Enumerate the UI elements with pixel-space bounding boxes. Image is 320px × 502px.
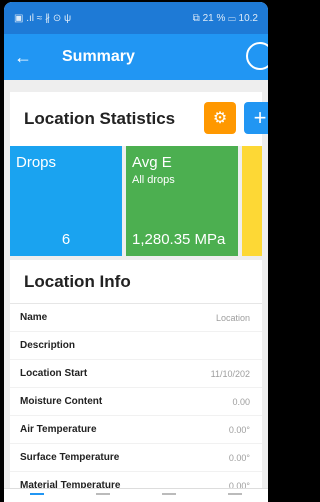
drops-tile[interactable]: Drops 6: [10, 146, 122, 256]
info-value: 0.00: [232, 396, 250, 407]
info-row: Air Temperature 0.00°: [10, 416, 262, 444]
add-button[interactable]: +: [244, 102, 268, 134]
nav-item[interactable]: [162, 492, 176, 499]
info-label: Air Temperature: [20, 424, 97, 435]
tile-label: Drops: [16, 154, 57, 171]
info-row: Surface Temperature 0.00°: [10, 444, 262, 472]
info-row: Moisture Content 0.00: [10, 388, 262, 416]
settings-button[interactable]: ⚙: [204, 102, 236, 134]
gear-icon: ⚙: [212, 110, 228, 127]
info-label: Description: [20, 340, 76, 351]
info-label: Surface Temperature: [20, 452, 120, 463]
arrow-left-icon[interactable]: ←: [14, 47, 42, 68]
avg-e-tile[interactable]: Avg E All drops 1,280.35 MPa: [126, 146, 238, 256]
tile-sublabel: All drops: [132, 174, 175, 186]
location-statistics-header: Location Statistics ⚙ +: [10, 92, 268, 146]
nav-item[interactable]: [30, 492, 44, 499]
location-statistics-title: Location Statistics: [24, 109, 176, 128]
nav-item[interactable]: [96, 492, 110, 499]
plus-icon: +: [253, 105, 267, 130]
info-label: Name: [20, 312, 48, 323]
status-bar: ▣ .ıl ≈ ∦ ⊙ ψ ⧉ 21 % ▭ 10.2: [4, 2, 268, 34]
location-info-title: Location Info: [10, 260, 262, 304]
stats-tiles: Drops 6 Avg E All drops 1,280.35 MPa: [10, 146, 262, 256]
page-title: Summary: [62, 48, 135, 65]
nav-item[interactable]: [228, 492, 242, 499]
tile-value: 1,280.35 MPa: [132, 231, 226, 248]
info-value: 0.00°: [228, 452, 250, 463]
profile-icon[interactable]: [246, 42, 268, 70]
app-bar: ← Summary: [4, 34, 268, 80]
partial-tile[interactable]: [242, 146, 262, 256]
info-row: Description: [10, 332, 262, 360]
status-icons-left: ▣ .ıl ≈ ∦ ⊙ ψ: [14, 12, 72, 24]
phone-screen: ▣ .ıl ≈ ∦ ⊙ ψ ⧉ 21 % ▭ 10.2 ← Summary Lo…: [4, 2, 268, 502]
info-value: Location: [215, 312, 250, 323]
tile-value: 6: [61, 231, 71, 248]
info-value: 11/10/202: [210, 368, 250, 379]
info-value: 0.00°: [228, 424, 250, 435]
info-row: Location Start 11/10/202: [10, 360, 262, 388]
info-label: Location Start: [20, 368, 88, 379]
location-info-card: Location Info Name Location Description …: [10, 260, 262, 500]
tile-label: Avg E: [132, 154, 172, 171]
bottom-nav: [4, 488, 268, 502]
info-label: Moisture Content: [20, 396, 103, 407]
status-icons-right: ⧉ 21 % ▭ 10.2: [192, 12, 258, 24]
info-row: Name Location: [10, 304, 262, 332]
